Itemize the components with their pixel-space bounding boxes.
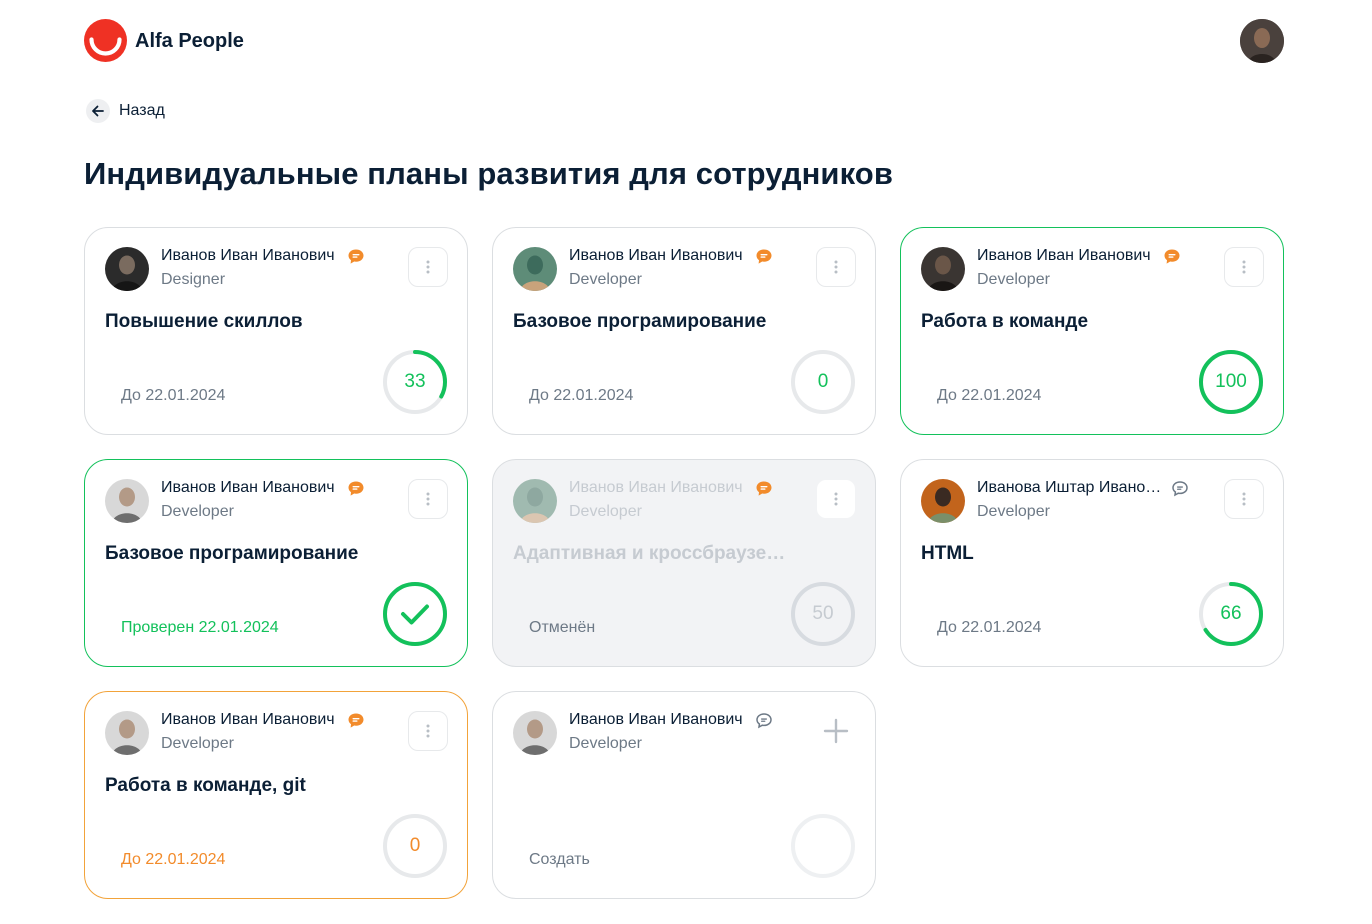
employee-name: Иванов Иван Иванович [569,247,743,264]
employee-avatar[interactable] [921,247,965,291]
progress-value: 100 [1215,371,1247,392]
chat-orange-icon[interactable] [755,480,773,498]
progress-ring [383,582,447,646]
employee-role: Developer [977,271,1050,288]
user-avatar[interactable] [1240,19,1284,63]
chat-orange-icon[interactable] [347,480,365,498]
plan-goal: Работа в команде [921,311,1089,332]
plan-status: Проверен 22.01.2024 [121,619,279,636]
employee-name: Иванов Иван Иванович [161,479,335,496]
plan-goal: Повышение скиллов [105,311,303,332]
plan-goal: Адаптивная и кроссбраузерная верстка [513,543,793,564]
more-vertical-icon [426,724,430,738]
more-vertical-icon [426,260,430,274]
chat-orange-icon[interactable] [347,248,365,266]
card-menu-button[interactable] [816,247,856,287]
employee-name: Иванова Иштар Ивановна [977,479,1167,496]
more-vertical-icon [834,260,838,274]
progress-value: 0 [817,371,829,392]
progress-ring [791,814,855,878]
employee-avatar[interactable] [921,479,965,523]
card-menu-button[interactable] [408,711,448,751]
plan-card[interactable]: Иванов Иван Иванович Developer Базовое про… [84,459,468,667]
alfa-logo[interactable] [84,19,127,62]
progress-value: 66 [1220,603,1242,624]
employee-name: Иванов Иван Иванович [977,247,1151,264]
employee-avatar[interactable] [513,711,557,755]
plan-status: До 22.01.2024 [121,387,226,404]
plan-status[interactable]: Создать [529,851,590,869]
back-label: Назад [119,102,165,119]
progress-value: 33 [404,371,426,392]
card-menu-button[interactable] [1224,247,1264,287]
plan-status: До 22.01.2024 [529,387,634,404]
plan-status: До 22.01.2024 [121,851,226,868]
chat-orange-icon[interactable] [1163,248,1181,266]
chat-orange-icon[interactable] [755,248,773,266]
employee-role: Developer [569,503,642,520]
plan-card[interactable]: Иванов Иван Иванович Developer Адаптивная … [492,459,876,667]
plan-card[interactable]: Иванов Иван Иванович Developer Работа в ко… [900,227,1284,435]
employee-name: Иванов Иван Иванович [569,711,743,728]
plan-status: До 22.01.2024 [937,387,1042,404]
employee-role: Developer [977,503,1050,520]
employee-avatar[interactable] [105,479,149,523]
card-menu-button[interactable] [816,479,856,519]
employee-avatar[interactable] [105,711,149,755]
more-vertical-icon [426,492,430,506]
brand-name: Alfa People [135,30,244,52]
plan-goal: Работа в команде, git [105,775,306,796]
employee-role: Developer [569,735,642,752]
employee-avatar[interactable] [105,247,149,291]
employee-name: Иванов Иван Иванович [161,711,335,728]
plan-goal: Базовое програмирование [105,543,359,564]
plan-card[interactable]: Иванова Иштар Ивановна Developer HTML До 22… [900,459,1284,667]
more-vertical-icon [1242,260,1246,274]
chat-outline-icon[interactable] [1171,480,1189,498]
plus-icon [823,718,849,744]
card-menu-button[interactable] [408,479,448,519]
arrow-left-icon [86,99,110,123]
chat-outline-icon[interactable] [755,712,773,730]
progress-value: 50 [812,603,834,624]
employee-name: Иванов Иван Иванович [569,479,743,496]
check-icon [401,604,429,625]
plan-card[interactable]: Иванов Иван Иванович Developer Работа в ко… [84,691,468,899]
progress-value: 0 [409,835,421,856]
plan-card[interactable]: Иванов Иван Иванович Developer Создать [492,691,876,899]
employee-role: Designer [161,271,226,288]
page-title: Индивидуальные планы развития для сотруд… [84,156,893,191]
plan-goal: HTML [921,543,974,564]
employee-role: Developer [161,503,234,520]
app-header: Alfa People [84,19,1284,63]
more-vertical-icon [1242,492,1246,506]
employee-role: Developer [569,271,642,288]
card-menu-button[interactable] [1224,479,1264,519]
plan-goal: Базовое програмирование [513,311,767,332]
card-menu-button[interactable] [408,247,448,287]
more-vertical-icon [834,492,838,506]
plan-card[interactable]: Иванов Иван Иванович Designer Повышение ск… [84,227,468,435]
employee-avatar[interactable] [513,479,557,523]
employee-avatar[interactable] [513,247,557,291]
chat-orange-icon[interactable] [347,712,365,730]
plan-status: До 22.01.2024 [937,619,1042,636]
plan-status: Отменён [529,619,596,636]
back-button[interactable]: Назад [86,99,165,123]
employee-name: Иванов Иван Иванович [161,247,335,264]
plan-card[interactable]: Иванов Иван Иванович Developer Базовое про… [492,227,876,435]
employee-role: Developer [161,735,234,752]
add-plan-button[interactable] [816,711,856,751]
